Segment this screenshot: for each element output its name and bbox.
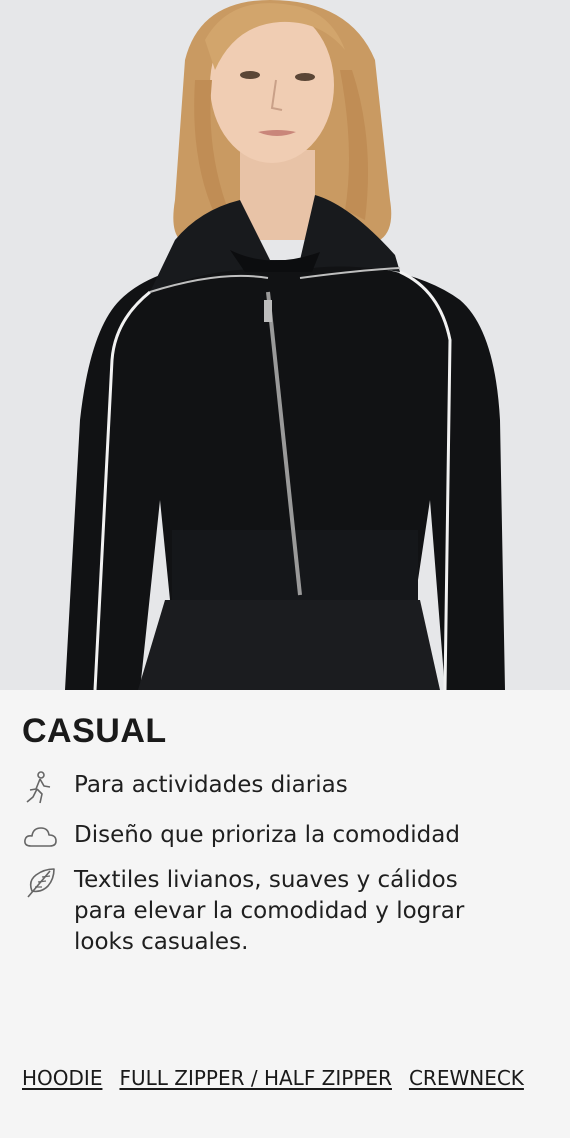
category-info-panel: CASUAL Para actividades diarias Diseño q… [0, 690, 570, 1138]
subcategory-links: HOODIE FULL ZIPPER / HALF ZIPPER CREWNEC… [22, 1066, 541, 1090]
link-crewneck[interactable]: CREWNECK [409, 1066, 524, 1090]
model-photo [0, 0, 570, 690]
feature-text: Textiles livianos, suaves y cálidos para… [74, 867, 465, 955]
feature-text: Para actividades diarias [74, 772, 348, 798]
feature-item: Textiles livianos, suaves y cálidos para… [22, 865, 514, 958]
category-title: CASUAL [22, 712, 167, 750]
cloud-icon [24, 827, 57, 847]
link-full-zipper-half-zipper[interactable]: FULL ZIPPER / HALF ZIPPER [119, 1066, 391, 1090]
feature-item: Para actividades diarias [22, 770, 514, 806]
feature-text: Diseño que prioriza la comodidad [74, 822, 460, 848]
walking-person-icon [26, 771, 51, 804]
link-hoodie[interactable]: HOODIE [22, 1066, 102, 1090]
feather-icon [27, 868, 55, 898]
product-hero-image [0, 0, 570, 690]
feature-item: Diseño que prioriza la comodidad [22, 820, 514, 856]
